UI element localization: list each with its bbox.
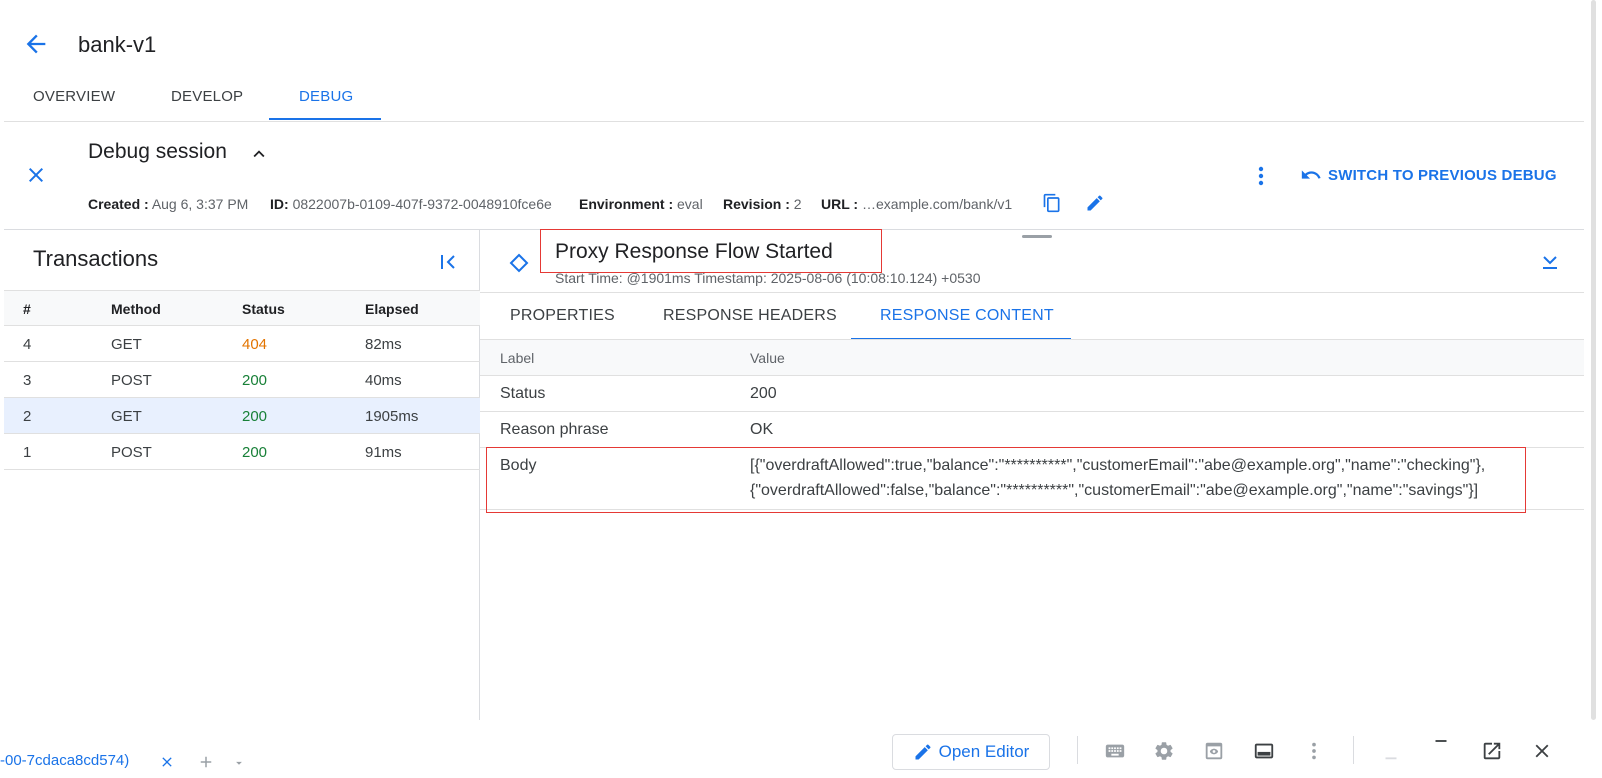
add-tab-icon[interactable] — [197, 753, 219, 775]
tab-develop[interactable]: DEVELOP — [171, 88, 243, 105]
col-label: Label — [500, 350, 535, 366]
table-row[interactable]: 4 GET 404 82ms — [4, 326, 480, 362]
open-in-new-icon[interactable] — [1481, 740, 1503, 762]
tx-num: 3 — [23, 372, 32, 389]
collapse-panel-icon[interactable] — [436, 250, 460, 274]
id-meta: ID: 0822007b-0109-407f-9372-0048910fce6e — [270, 196, 552, 212]
tab-response-headers[interactable]: RESPONSE HEADERS — [663, 307, 837, 325]
copy-icon[interactable] — [1042, 193, 1062, 213]
tab-overview[interactable]: OVERVIEW — [33, 88, 115, 105]
pencil-icon — [913, 742, 933, 762]
tab-active-indicator — [269, 118, 381, 120]
divider — [1353, 736, 1354, 764]
col-status: Status — [242, 301, 285, 317]
table-row[interactable]: 3 POST 200 40ms — [4, 362, 480, 398]
preview-icon[interactable] — [1203, 740, 1225, 762]
transactions-header: # Method Status Elapsed — [4, 290, 480, 326]
edit-icon[interactable] — [1085, 193, 1105, 213]
keyboard-icon[interactable] — [1104, 740, 1126, 762]
close-icon[interactable] — [24, 163, 48, 187]
revision-meta: Revision : 2 — [723, 196, 802, 212]
page-title: bank-v1 — [78, 32, 157, 57]
transactions-title: Transactions — [33, 246, 159, 271]
dropdown-icon[interactable] — [232, 756, 254, 778]
table-row-selected[interactable]: 2 GET 200 1905ms — [4, 398, 480, 434]
tx-status: 200 — [242, 408, 268, 425]
tx-num: 1 — [23, 444, 32, 461]
row-label: Status — [500, 385, 546, 402]
transactions-panel: Transactions # Method Status Elapsed 4 G… — [4, 230, 480, 720]
bottom-bar: -00-7cdaca8cd574) Open Editor — [0, 722, 1602, 770]
step-time: Start Time: @1901ms Timestamp: 2025-08-0… — [555, 270, 981, 286]
step-title: Proxy Response Flow Started — [555, 240, 833, 263]
tx-elapsed: 91ms — [365, 444, 402, 461]
back-arrow-icon[interactable] — [22, 30, 50, 58]
switch-label: SWITCH TO PREVIOUS DEBUG — [1328, 166, 1557, 184]
close-tab-icon[interactable] — [159, 754, 181, 776]
values-header: Label Value — [480, 340, 1584, 376]
divider — [4, 121, 1584, 122]
diamond-icon — [508, 252, 530, 274]
tx-status: 200 — [242, 372, 268, 389]
tx-status: 404 — [242, 336, 268, 353]
terminal-panel-icon[interactable] — [1253, 740, 1275, 762]
col-num: # — [23, 301, 31, 317]
step-title-box: Proxy Response Flow Started — [540, 229, 882, 273]
environment-meta: Environment : eval — [579, 196, 703, 212]
url-meta: URL : …example.com/bank/v1 — [821, 196, 1013, 212]
tab-debug[interactable]: DEBUG — [299, 88, 353, 105]
tx-elapsed: 82ms — [365, 336, 402, 353]
col-method: Method — [111, 301, 161, 317]
debug-session-title: Debug session — [88, 140, 227, 163]
divider — [1077, 736, 1078, 764]
switch-to-previous-debug-button[interactable]: SWITCH TO PREVIOUS DEBUG — [1300, 162, 1557, 188]
gear-icon[interactable] — [1153, 740, 1175, 762]
open-editor-button[interactable]: Open Editor — [892, 734, 1050, 770]
tx-status: 200 — [242, 444, 268, 461]
minimize-icon[interactable] — [1430, 730, 1452, 752]
more-vert-icon[interactable] — [1251, 164, 1271, 188]
chevron-up-icon[interactable] — [248, 143, 270, 165]
table-row: Reason phrase OK — [480, 412, 1584, 448]
divider — [480, 292, 1584, 293]
resize-handle[interactable] — [1022, 235, 1052, 238]
tx-method: GET — [111, 408, 142, 425]
col-value: Value — [750, 350, 785, 366]
close-icon[interactable] — [1531, 740, 1553, 762]
created-meta: Created : Aug 6, 3:37 PM — [88, 196, 249, 212]
col-elapsed: Elapsed — [365, 301, 419, 317]
scrollbar-thumb[interactable] — [1591, 0, 1596, 720]
tx-method: POST — [111, 372, 152, 389]
tab-response-content[interactable]: RESPONSE CONTENT — [880, 307, 1054, 325]
vertical-scrollbar[interactable] — [1584, 0, 1602, 767]
tab-properties[interactable]: PROPERTIES — [510, 307, 615, 325]
table-row: Status 200 — [480, 376, 1584, 412]
table-row[interactable]: 1 POST 200 91ms — [4, 434, 480, 470]
tx-num: 2 — [23, 408, 32, 425]
undo-icon — [1300, 164, 1322, 186]
minimize-disabled-icon — [1380, 740, 1402, 762]
terminal-tab-label[interactable]: -00-7cdaca8cd574) — [0, 752, 129, 769]
tx-method: GET — [111, 336, 142, 353]
body-highlight-box — [486, 447, 1526, 513]
more-vert-icon[interactable] — [1303, 740, 1325, 762]
row-value: 200 — [750, 385, 777, 402]
open-editor-label: Open Editor — [938, 742, 1030, 761]
row-value: OK — [750, 421, 774, 438]
tx-elapsed: 40ms — [365, 372, 402, 389]
row-label: Reason phrase — [500, 421, 609, 438]
expand-down-icon[interactable] — [1538, 250, 1562, 274]
tx-elapsed: 1905ms — [365, 408, 419, 425]
tx-method: POST — [111, 444, 152, 461]
tx-num: 4 — [23, 336, 32, 353]
